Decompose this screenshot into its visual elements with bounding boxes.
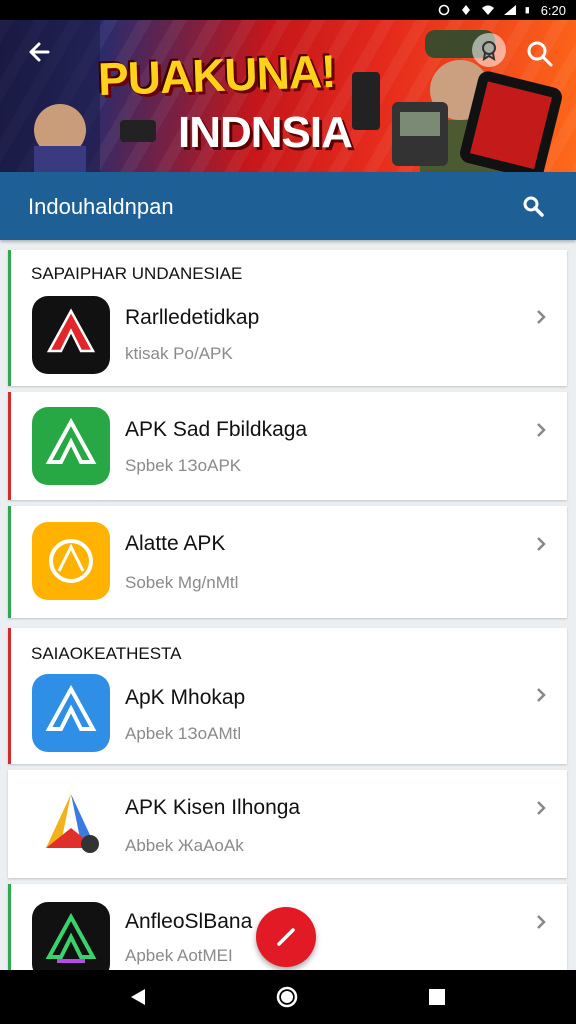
app-name: AnfleoSlBana bbox=[125, 910, 253, 933]
app-name: APK Sad Fbildkaga bbox=[125, 418, 308, 441]
location-icon bbox=[461, 5, 470, 15]
list-item[interactable]: Alatte APK Sobek Mg/nMtl bbox=[8, 506, 567, 618]
red-apk-app-icon bbox=[32, 296, 110, 374]
app-subtitle: Spbek 1ЗoAPK bbox=[125, 456, 242, 475]
app-subtitle: Sobek Mg/nMtl bbox=[125, 573, 239, 592]
award-icon bbox=[482, 41, 496, 61]
battery-icon bbox=[525, 7, 529, 14]
banner-title-line2: INDNSIA bbox=[178, 108, 353, 157]
signal-icon bbox=[503, 5, 516, 15]
back-triangle-icon[interactable] bbox=[126, 985, 150, 1009]
toolbar-search-button[interactable] bbox=[518, 192, 548, 222]
app-name: Rarlledetidkap bbox=[125, 306, 260, 329]
recents-square-icon[interactable] bbox=[425, 985, 449, 1009]
list-item[interactable]: ApK Mhokap Apbek 1ЗoAMtl bbox=[8, 628, 567, 764]
system-nav-bar bbox=[0, 970, 576, 1024]
toolbar-title: Indouhaldnpan bbox=[28, 194, 174, 219]
multicolor-apk-app-icon bbox=[32, 784, 110, 862]
wifi-icon bbox=[481, 5, 494, 15]
arrow-left-icon bbox=[29, 42, 50, 62]
list-item[interactable]: APK Sad Fbildkaga Spbek 1ЗoAPK bbox=[8, 392, 567, 500]
chevron-right-icon bbox=[537, 310, 546, 324]
blue-apk-app-icon bbox=[32, 674, 110, 752]
chevron-right-icon bbox=[537, 423, 546, 437]
search-button[interactable] bbox=[522, 36, 558, 72]
pencil-icon bbox=[277, 928, 295, 946]
chevron-right-icon bbox=[537, 915, 546, 929]
home-circle-icon[interactable] bbox=[275, 985, 299, 1009]
app-subtitle: ktisak Po/APK bbox=[125, 344, 233, 363]
green-apk-app-icon bbox=[32, 407, 110, 485]
app-subtitle: Abbek ЖaAoAk bbox=[125, 836, 244, 855]
neon-apk-app-icon bbox=[32, 902, 110, 980]
chevron-right-icon bbox=[537, 537, 546, 551]
banner-title-line1: PUAKUNA! bbox=[97, 44, 337, 106]
status-bar: 6:20 bbox=[0, 0, 576, 20]
sync-icon bbox=[438, 4, 449, 16]
badge-button[interactable] bbox=[472, 33, 506, 67]
chevron-right-icon bbox=[537, 801, 546, 815]
chevron-right-icon bbox=[537, 688, 546, 702]
search-icon bbox=[527, 41, 553, 67]
app-name: ApK Mhokap bbox=[125, 686, 246, 709]
search-icon bbox=[523, 196, 544, 217]
app-name: Alatte APK bbox=[125, 532, 226, 555]
status-time: 6:20 bbox=[540, 2, 566, 18]
list-item[interactable]: APK Kisen Ilhonga Abbek ЖaAoAk bbox=[8, 770, 567, 878]
back-button[interactable] bbox=[22, 34, 58, 70]
toolbar: Indouhaldnpan bbox=[0, 172, 576, 240]
edit-fab-button[interactable] bbox=[256, 907, 316, 967]
app-subtitle: Apbek 1ЗoAMtl bbox=[125, 724, 242, 743]
app-subtitle: Apbek AotMEI bbox=[125, 946, 233, 965]
list-item[interactable]: Rarlledetidkap ktisak Po/APK bbox=[8, 250, 567, 386]
app-name: APK Kisen Ilhonga bbox=[125, 796, 301, 819]
yellow-apk-app-icon bbox=[32, 522, 110, 600]
